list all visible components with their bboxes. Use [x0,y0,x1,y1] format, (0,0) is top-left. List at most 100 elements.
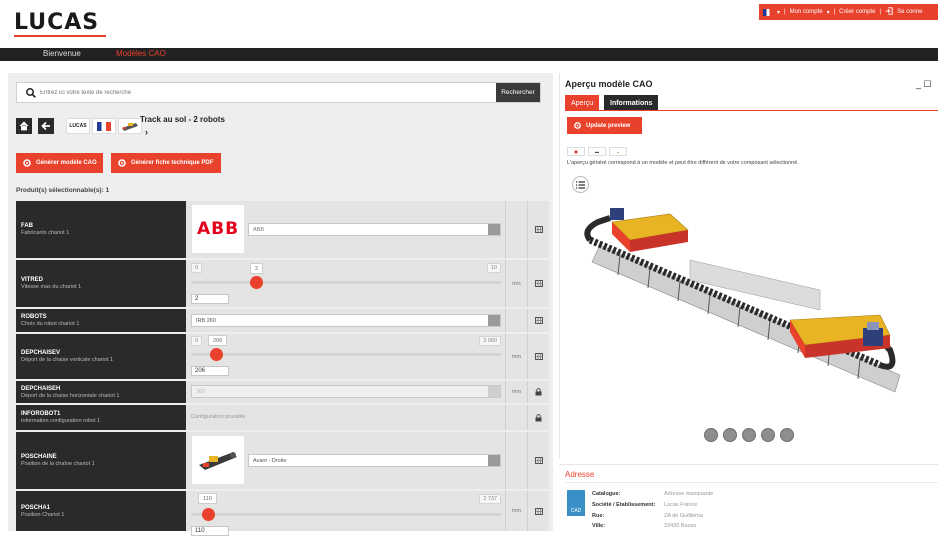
home-button[interactable] [16,118,32,134]
nav-item-cad-models[interactable]: Modèles CAO [116,49,166,58]
generate-pdf-button[interactable]: Générer fiche technique PDF [111,153,221,173]
language-dropdown-arrow[interactable]: ▾ [777,9,780,16]
param-row-depchaisev: DEPCHAISEV Déport de la chaise verticale… [16,334,549,379]
my-account-link[interactable]: Mon compte [790,9,823,15]
chain-position-select[interactable]: Avant - Droite [248,454,501,467]
carriage-position-input[interactable]: 110 [191,526,229,536]
param-label: DEPCHAISEH Déport de la chaise horizonta… [16,381,186,403]
table-icon[interactable] [527,309,549,332]
param-row-vitred: VITRED Vitesse max du chariot 1 0 10 2 2… [16,260,549,307]
unit-cell [505,432,527,489]
carriage-position-slider-thumb[interactable] [202,508,215,521]
unit-cell: m/s [505,260,527,307]
speed-slider-track[interactable] [191,281,501,284]
chain-track-icon [199,452,237,470]
top-header: LUCAS ▾ | Mon compte ▾ | Créer compte | … [0,0,938,48]
tab-informations[interactable]: Informations [604,95,659,111]
param-code: INFOROBOT1 [21,411,61,417]
chevron-down-icon [488,455,500,466]
address-value: Adresse manquante [664,491,714,497]
back-button[interactable] [38,118,54,134]
param-row-inforobot1: INFOROBOT1 Information configuration rob… [16,405,549,430]
speed-input[interactable]: 2 [191,294,229,304]
table-icon[interactable] [527,432,549,489]
create-account-link[interactable]: Créer compte [839,9,875,15]
generate-cad-button[interactable]: Générer modèle CAO [16,153,103,173]
address-key: Rue: [592,513,605,519]
param-description: Déport de la chaise horizontale chariot … [21,392,120,399]
view-top-icon[interactable] [761,428,775,442]
slider-max: 10 [486,263,501,273]
unit-cell [505,309,527,332]
nav-item-welcome[interactable]: Bienvenue [43,49,81,58]
table-icon[interactable] [527,260,549,307]
param-row-depchaiseh: DEPCHAISEH Déport de la chaise horizonta… [16,381,549,403]
cad-format-logo-1[interactable]: ◉ [567,147,585,156]
account-dropdown-arrow[interactable]: ▾ [827,9,830,16]
param-description: Déport de la chaise verticale chariot 1 [21,357,114,363]
brand-thumbnail[interactable]: LUCAS [66,118,90,134]
vertical-offset-input[interactable]: 206 [191,366,229,376]
param-label: FAB Fabricants chariot 1 [16,201,186,258]
update-preview-label: Update preview [586,122,631,129]
param-code: VITRED [21,277,44,283]
param-description: Vitesse max du chariot 1 [21,284,82,290]
carriage-position-slider-track[interactable] [191,513,501,516]
tab-preview[interactable]: Aperçu [565,95,600,111]
product-thumbnail[interactable] [118,118,142,134]
param-description: Position Chariot 1 [21,511,65,518]
slider-min: 0 [191,336,203,346]
product-title-arrow[interactable]: › [145,127,148,137]
address-panel [559,464,938,531]
view-front-icon[interactable] [704,428,718,442]
login-link[interactable]: Se conne [897,9,922,15]
param-label: ROBOTS Choix du robot chariot 1 [16,309,186,332]
param-control: 300 [188,381,503,403]
cad-format-logo-2[interactable]: ▬ [588,147,606,156]
slider-max: 3 000 [479,336,501,346]
address-key: Ville: [592,523,606,529]
param-control: 2 737 110 110 [188,491,503,536]
lucas-logo[interactable]: LUCAS [14,10,99,35]
horizontal-offset-value: 300 [196,388,206,395]
update-preview-button[interactable]: Update preview [567,117,642,134]
view-iso-icon[interactable] [723,428,737,442]
address-title: Adresse [565,470,595,479]
chain-position-image [192,436,244,484]
table-icon[interactable] [527,334,549,379]
gear-icon [574,122,581,129]
login-icon[interactable] [885,7,893,17]
french-flag-icon[interactable] [763,8,773,16]
speed-slider-thumb[interactable] [250,276,263,289]
vertical-offset-slider-thumb[interactable] [210,348,223,361]
param-row-fab: FAB Fabricants chariot 1 ABB ABB [16,201,549,258]
cad-supplier-logo-text: CAD [570,508,582,514]
slider-current-value: 2 [250,263,264,274]
manufacturer-select[interactable]: ABB [248,223,501,236]
table-icon[interactable] [527,201,549,258]
chevron-down-icon [488,386,500,397]
robot-select-value: IRB 260 [196,317,216,324]
track-product-icon [122,123,138,131]
view-side-icon[interactable] [742,428,756,442]
unit-cell: mm [505,334,527,379]
vertical-offset-slider-track[interactable] [191,353,501,356]
robot-select[interactable]: IRB 260 [191,314,501,327]
param-code: FAB [21,223,33,229]
table-icon[interactable] [527,491,549,531]
window-controls[interactable]: _ ☐ [916,79,932,90]
param-code: DEPCHAISEH [21,385,61,392]
parts-list-button[interactable] [572,176,589,193]
param-control: IRB 260 [188,309,503,332]
view-layers-icon[interactable] [780,428,794,442]
param-description: Choix du robot chariot 1 [21,321,80,327]
search-button[interactable]: Rechercher [496,83,540,102]
search-input[interactable] [40,83,496,102]
address-value: ZA de Guilliéma [664,513,703,519]
cad-format-logo-3[interactable]: ◒ [609,147,627,156]
cad-model-preview[interactable] [580,200,925,415]
brand-thumbnail-text: LUCAS [69,123,87,129]
pdf-gear-icon [118,159,126,167]
logo-underline [14,35,106,37]
flag-thumbnail[interactable] [92,118,116,134]
